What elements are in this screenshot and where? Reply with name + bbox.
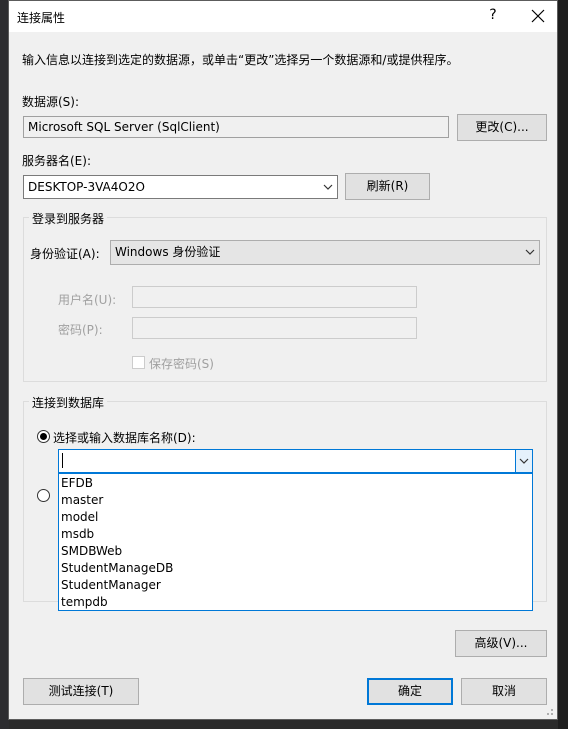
datasource-label: 数据源(S):	[22, 95, 80, 109]
attach-database-radio[interactable]	[37, 489, 50, 502]
database-option-smdbweb[interactable]: SMDBWeb	[59, 543, 532, 560]
username-field[interactable]	[132, 286, 417, 308]
advanced-button[interactable]: 高级(V)...	[455, 630, 547, 657]
close-button[interactable]	[526, 4, 550, 28]
change-button[interactable]: 更改(C)...	[457, 114, 547, 141]
database-option-tempdb[interactable]: tempdb	[59, 594, 532, 611]
server-name-value: DESKTOP-3VA4O2O	[28, 180, 145, 194]
server-name-combobox[interactable]: DESKTOP-3VA4O2O	[23, 175, 338, 199]
close-icon	[531, 9, 545, 23]
chevron-down-icon	[525, 249, 535, 255]
dialog-title: 连接属性	[17, 11, 66, 25]
database-group-title: 连接到数据库	[29, 394, 108, 411]
save-password-label: 保存密码(S)	[149, 357, 214, 371]
database-option-efdb[interactable]: EFDB	[59, 475, 532, 492]
auth-label: 身份验证(A):	[30, 247, 100, 261]
text-caret	[62, 453, 63, 468]
cancel-button[interactable]: 取消	[461, 678, 547, 705]
save-password-checkbox[interactable]	[132, 356, 145, 369]
chevron-down-icon	[519, 458, 529, 464]
ok-button[interactable]: 确定	[367, 678, 453, 705]
help-button[interactable]: ?	[483, 7, 503, 23]
connection-properties-dialog: 连接属性 ? 输入信息以连接到选定的数据源，或单击“更改”选择另一个数据源和/或…	[8, 0, 558, 720]
database-option-msdb[interactable]: msdb	[59, 526, 532, 543]
dropdown-button[interactable]	[515, 450, 532, 472]
username-label: 用户名(U):	[58, 293, 117, 307]
database-option-master[interactable]: master	[59, 492, 532, 509]
server-label: 服务器名(E):	[22, 154, 91, 168]
authentication-combobox[interactable]: Windows 身份验证	[110, 240, 540, 265]
password-field[interactable]	[132, 317, 417, 339]
test-connection-button[interactable]: 测试连接(T)	[23, 678, 139, 705]
login-group-title: 登录到服务器	[29, 210, 108, 227]
database-option-model[interactable]: model	[59, 509, 532, 526]
password-label: 密码(P):	[58, 323, 103, 337]
background-window-right	[558, 0, 568, 729]
authentication-value: Windows 身份验证	[115, 245, 221, 259]
refresh-button[interactable]: 刷新(R)	[345, 173, 430, 200]
select-database-label: 选择或输入数据库名称(D):	[53, 431, 196, 445]
database-dropdown-list: EFDB master model msdb SMDBWeb StudentMa…	[58, 473, 533, 611]
chevron-down-icon	[323, 184, 333, 190]
database-option-studentmanager[interactable]: StudentManager	[59, 577, 532, 594]
title-bar: 连接属性 ?	[9, 1, 557, 32]
select-database-radio[interactable]	[37, 430, 50, 443]
intro-text: 输入信息以连接到选定的数据源，或单击“更改”选择另一个数据源和/或提供程序。	[22, 53, 459, 67]
datasource-field: Microsoft SQL Server (SqlClient)	[23, 116, 449, 138]
resize-grip-icon[interactable]	[544, 706, 554, 716]
database-name-combobox[interactable]	[58, 449, 533, 473]
database-option-studentmanagedb[interactable]: StudentManageDB	[59, 560, 532, 577]
